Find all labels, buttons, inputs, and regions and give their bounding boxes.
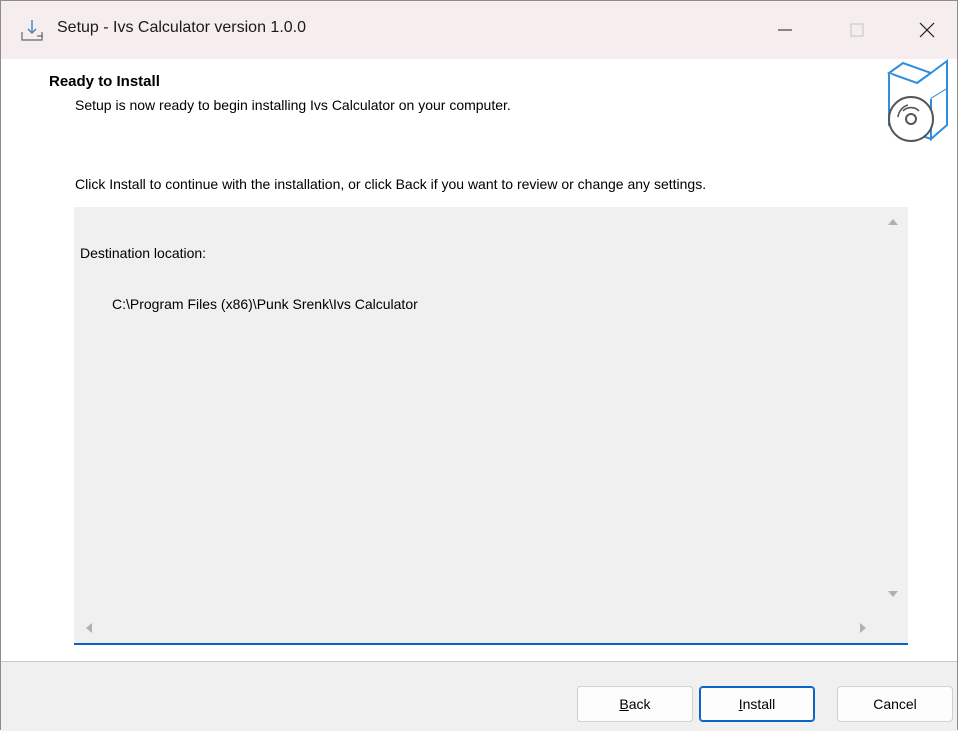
minimize-button[interactable] [751,1,819,59]
vertical-scrollbar[interactable] [880,207,908,611]
button-bar: Back Install Cancel [1,661,957,731]
scroll-left-arrow-icon[interactable] [86,623,92,633]
wizard-header: Ready to Install Setup is now ready to b… [1,59,957,151]
horizontal-scrollbar[interactable] [74,613,880,643]
maximize-button[interactable] [823,1,891,59]
ready-memo-box[interactable]: Destination location: C:\Program Files (… [74,207,908,645]
memo-line-destination-label: Destination location: [80,245,207,261]
setup-window: Setup - Ivs Calculator version 1.0.0 Rea… [0,0,958,731]
software-box-cd-icon [886,59,948,142]
window-title: Setup - Ivs Calculator version 1.0.0 [57,19,307,36]
close-icon [919,22,935,38]
scroll-up-arrow-icon[interactable] [888,219,898,225]
memo-line-destination-path: C:\Program Files (x86)\Punk Srenk\Ivs Ca… [112,296,418,312]
install-label-rest: nstall [742,696,776,712]
scroll-right-arrow-icon[interactable] [860,623,866,633]
memo-text: Destination location: C:\Program Files (… [80,211,418,347]
page-subtitle: Setup is now ready to begin installing I… [75,97,511,113]
close-button[interactable] [893,1,960,59]
page-title: Ready to Install [49,73,160,90]
minimize-icon [778,29,792,31]
main-content: Click Install to continue with the insta… [1,151,957,661]
scroll-down-arrow-icon[interactable] [888,591,898,597]
cancel-button[interactable]: Cancel [837,686,953,722]
maximize-icon [850,23,864,37]
install-button[interactable]: Install [699,686,815,722]
back-mnemonic: B [619,696,629,712]
back-label-rest: ack [628,696,651,712]
installer-download-icon [21,20,43,41]
back-button[interactable]: Back [577,686,693,722]
title-bar[interactable]: Setup - Ivs Calculator version 1.0.0 [1,1,957,59]
instruction-text: Click Install to continue with the insta… [75,176,707,192]
